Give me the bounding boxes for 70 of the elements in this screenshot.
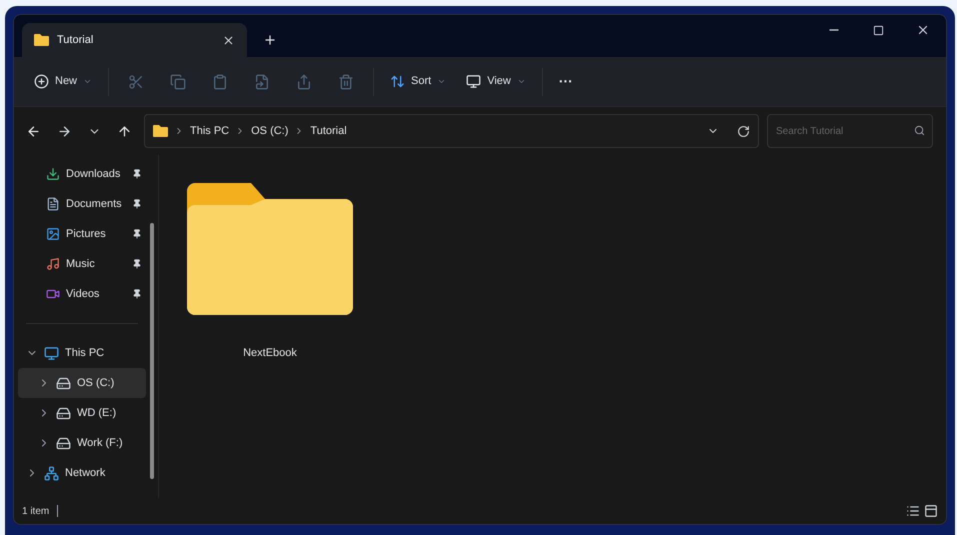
tab[interactable]: Tutorial [22,23,247,57]
tree-label: WD (E:) [77,406,116,421]
refresh-icon[interactable] [737,124,750,138]
up-icon[interactable] [117,124,132,138]
tree-item[interactable]: This PC [18,338,146,368]
music-icon [46,257,60,271]
breadcrumb-item[interactable]: This PC [190,122,230,140]
quick-access-item[interactable]: Music [18,249,146,279]
folder-item[interactable]: NextEbook [187,183,353,498]
details-view-icon[interactable] [906,504,920,518]
quick-access-item[interactable]: Videos [18,279,146,309]
download-icon [46,167,60,181]
tree-label: Work (F:) [77,436,123,451]
folder-name: NextEbook [243,346,297,361]
tree-label: Network [65,466,106,481]
item-label: Documents [66,196,123,212]
toolbar-button[interactable]: New [26,66,100,98]
item-label: Music [66,256,96,272]
item-count: 1 item [22,504,50,518]
folder-icon [187,183,353,315]
caret-icon [437,77,446,86]
drive-icon [56,406,71,420]
tree-label: This PC [65,346,104,361]
close-icon[interactable] [916,23,930,37]
scrollbar[interactable] [150,223,154,479]
more-button[interactable]: ··· [550,66,581,98]
tab-title: Tutorial [57,32,94,48]
toolbar-button[interactable]: Sort [382,66,454,98]
tree-item[interactable]: Network [18,458,146,488]
trash-icon [338,74,354,90]
drive-icon [56,436,71,450]
tree-item[interactable]: WD (E:) [18,398,146,428]
folder-icon [34,34,49,46]
tree-item[interactable]: Work (F:) [18,428,146,458]
copy-icon [170,74,186,90]
monitor-icon [466,74,482,89]
picture-icon [46,227,60,241]
back-icon[interactable] [26,124,41,138]
share-icon [296,74,312,90]
item-label: Pictures [66,226,107,242]
scissors-icon [128,74,144,90]
clipboard-icon [212,74,228,90]
breadcrumb-item[interactable]: OS (C:) [251,122,288,140]
search-icon [914,125,925,136]
item-label: Downloads [66,166,122,182]
folder-icon [153,125,168,137]
quick-access-item[interactable]: Downloads [18,159,146,189]
forward-icon[interactable] [57,124,72,138]
tiles-view-icon[interactable] [924,504,938,518]
add-icon [34,74,49,89]
video-icon [46,287,60,301]
breadcrumb-item[interactable]: Tutorial [310,122,347,140]
quick-access-item[interactable]: Pictures [18,219,146,249]
monitor-icon [44,346,59,360]
caret-icon [516,77,526,86]
caret-icon [83,77,92,86]
close-tab-icon[interactable] [222,34,235,46]
search-field[interactable]: Search Tutorial [767,114,933,148]
tree-label: OS (C:) [77,376,114,391]
maximize-icon[interactable] [873,25,884,36]
item-label: Videos [66,286,100,302]
sort-icon [390,74,406,89]
network-icon [44,466,59,480]
drive-icon [56,376,71,390]
toolbar-button[interactable]: View [458,66,534,98]
tree-item[interactable]: OS (C:) [18,368,146,398]
quick-access-item[interactable]: Documents [18,189,146,219]
address-field[interactable]: This PC OS (C:) Tutorial [144,114,759,148]
document-icon [46,197,60,211]
new-tab-icon[interactable] [263,33,277,47]
